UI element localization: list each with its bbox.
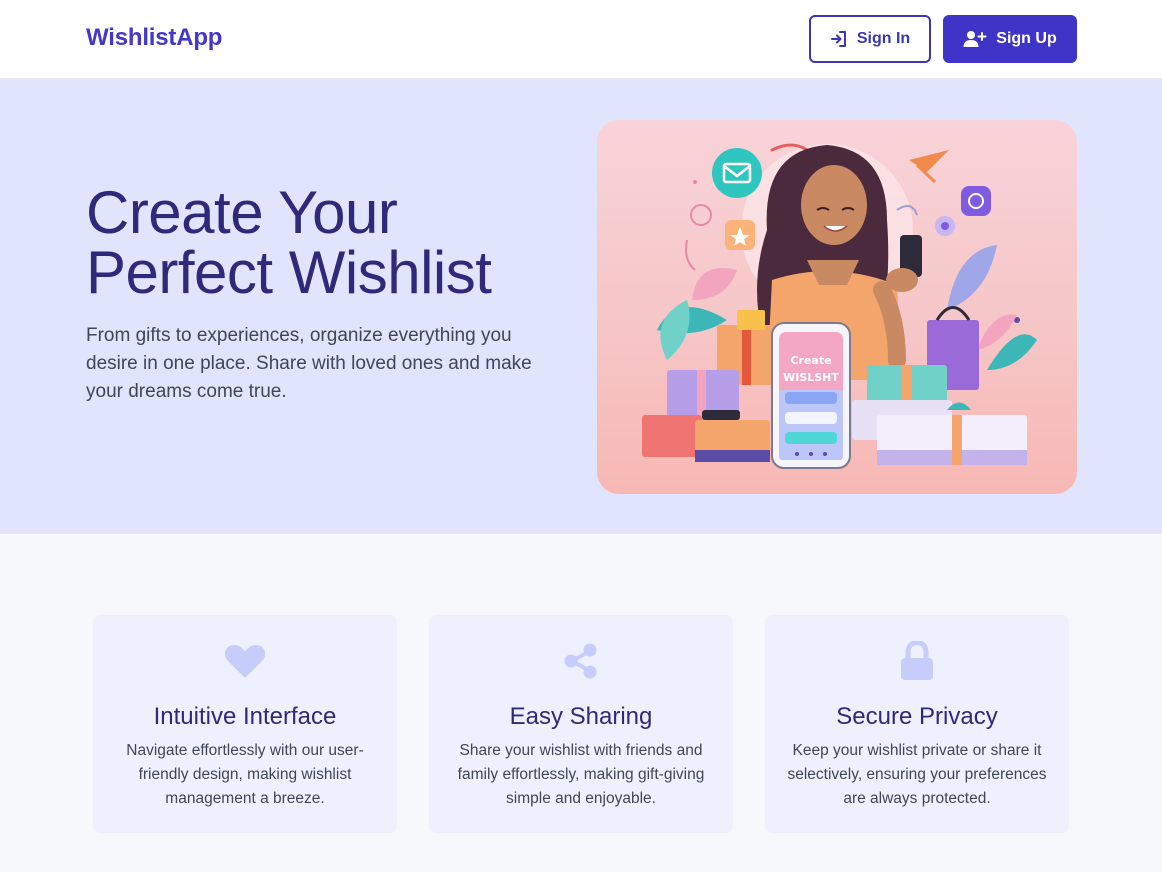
brand-logo[interactable]: WishlistApp <box>86 24 222 52</box>
hero-title-line-1: Create Your <box>86 179 398 246</box>
feature-description: Keep your wishlist private or share it s… <box>787 742 1047 807</box>
phone-screen-title: Create <box>790 354 831 367</box>
lock-icon <box>895 641 939 681</box>
feature-card-sharing: Easy Sharing Share your wishlist with fr… <box>429 615 733 833</box>
hero-illustration: Create WISLSHT <box>597 120 1077 494</box>
hero-section: Create Your Perfect Wishlist From gifts … <box>0 79 1162 534</box>
hero-subtitle: From gifts to experiences, organize ever… <box>86 325 532 402</box>
share-icon <box>559 641 603 681</box>
feature-title: Easy Sharing <box>509 703 653 730</box>
phone-screen-subtitle: WISLSHT <box>783 371 839 384</box>
sign-up-label: Sign Up <box>996 30 1057 47</box>
feature-card-intuitive: Intuitive Interface Navigate effortlessl… <box>93 615 397 833</box>
sign-in-label: Sign In <box>856 30 911 47</box>
sign-in-button[interactable]: Sign In <box>809 15 931 63</box>
feature-title: Secure Privacy <box>836 703 998 730</box>
sign-in-icon <box>830 31 846 47</box>
hero-title-line-2: Perfect Wishlist <box>86 239 492 306</box>
feature-title: Intuitive Interface <box>153 703 337 730</box>
feature-description: Share your wishlist with friends and fam… <box>457 742 705 807</box>
feature-card-privacy: Secure Privacy Keep your wishlist privat… <box>765 615 1069 833</box>
hero-title: Create Your Perfect Wishlist <box>86 183 556 303</box>
user-plus-icon <box>963 31 987 47</box>
wishlist-illustration: Create WISLSHT <box>642 143 1037 469</box>
heart-icon <box>223 641 267 681</box>
features-section: Intuitive Interface Navigate effortlessl… <box>0 534 1162 872</box>
top-navbar: WishlistApp Sign In Sign Up <box>0 0 1162 79</box>
sign-up-button[interactable]: Sign Up <box>943 15 1077 63</box>
feature-description: Navigate effortlessly with our user-frie… <box>126 742 364 807</box>
